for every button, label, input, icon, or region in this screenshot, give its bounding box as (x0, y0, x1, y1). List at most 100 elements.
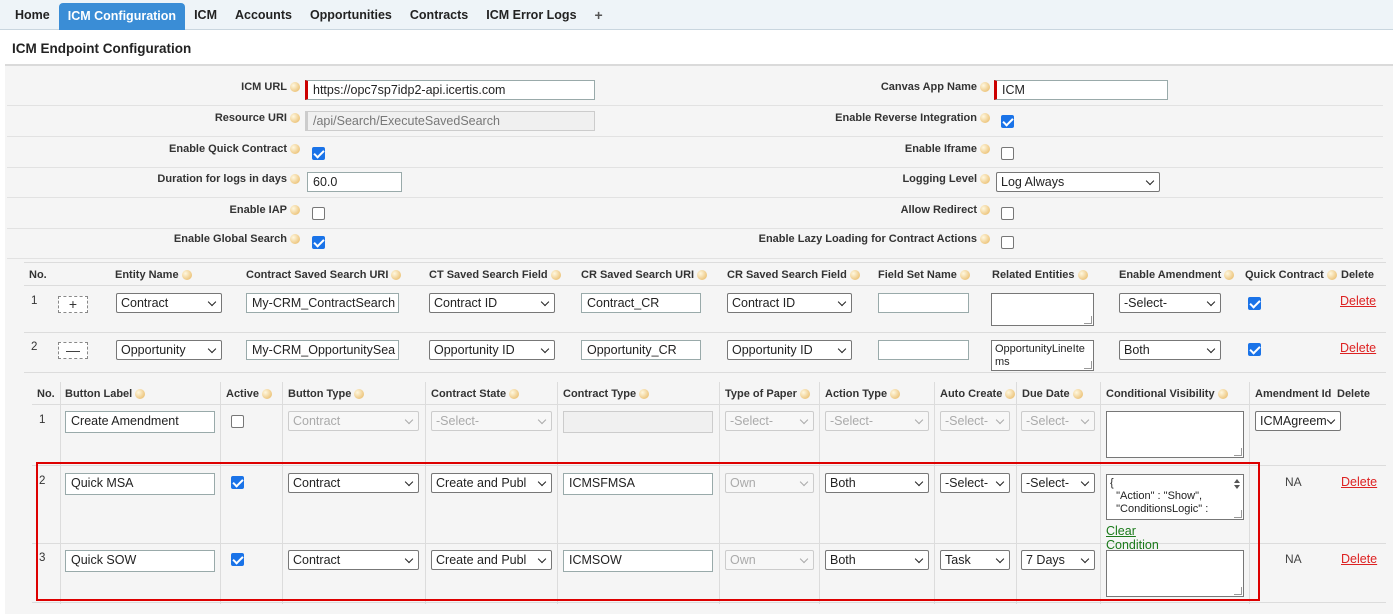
enable-reverse-integration-checkbox[interactable] (1001, 115, 1014, 128)
amendment-id-select[interactable]: ICMAgreem (1255, 411, 1341, 431)
icm-url-input[interactable]: https://opc7sp7idp2-api.icertis.com (305, 80, 595, 100)
tab-icm-configuration[interactable]: ICM Configuration (58, 2, 186, 30)
action-type-select[interactable]: Both (825, 550, 929, 570)
quick-contract-checkbox[interactable] (1248, 297, 1261, 310)
logging-level-select[interactable]: Log Always (996, 172, 1160, 192)
enable-lazy-loading-checkbox[interactable] (1001, 236, 1014, 249)
enable-iframe-checkbox[interactable] (1001, 147, 1014, 160)
help-icon (290, 234, 300, 245)
tab-icm-error-logs[interactable]: ICM Error Logs (477, 2, 585, 28)
expand-button[interactable]: + (58, 296, 88, 313)
active-checkbox[interactable] (231, 415, 244, 428)
delete-link[interactable]: Delete (1340, 341, 1376, 355)
help-icon (799, 389, 810, 400)
active-checkbox[interactable] (231, 553, 244, 566)
auto-create-select[interactable]: -Select- (940, 473, 1010, 493)
enable-global-search-label: Enable Global Search (100, 233, 300, 245)
button-type-select[interactable]: Contract (288, 550, 419, 570)
button-header-active: Active (226, 388, 273, 400)
contract-state-select[interactable]: Create and Publ (431, 473, 552, 493)
contract-state-select[interactable]: -Select- (431, 411, 552, 431)
type-of-paper-select[interactable]: Own (725, 473, 814, 493)
resource-uri-input[interactable]: /api/Search/ExecuteSavedSearch (305, 111, 595, 131)
button-header-auto: Auto Create (940, 388, 1016, 400)
entity-name-select[interactable]: Contract (116, 293, 222, 313)
button-label-input[interactable]: Quick MSA (65, 473, 215, 495)
enable-global-search-checkbox[interactable] (312, 236, 325, 249)
due-date-select[interactable]: -Select- (1021, 473, 1095, 493)
allow-redirect-checkbox[interactable] (1001, 207, 1014, 220)
type-of-paper-select[interactable]: -Select- (725, 411, 814, 431)
conditional-visibility-textarea[interactable] (1106, 550, 1244, 597)
conditional-visibility-textarea[interactable] (1106, 411, 1244, 458)
enable-quick-contract-checkbox[interactable] (312, 147, 325, 160)
tab-accounts[interactable]: Accounts (226, 2, 301, 28)
ct-field-select[interactable]: Opportunity ID (429, 340, 555, 360)
row-number: 1 (31, 295, 38, 307)
type-of-paper-select[interactable]: Own (725, 550, 814, 570)
button-header-type: Button Type (288, 388, 365, 400)
delete-link[interactable]: Delete (1341, 475, 1377, 489)
delete-link[interactable]: Delete (1340, 294, 1376, 308)
button-header-delete: Delete (1337, 388, 1371, 400)
active-checkbox[interactable] (231, 476, 244, 489)
button-type-select[interactable]: Contract (288, 473, 419, 493)
duration-logs-input[interactable]: 60.0 (307, 172, 402, 192)
action-type-select[interactable]: Both (825, 473, 929, 493)
clear-condition-link[interactable]: Clear Condition (1106, 524, 1159, 552)
help-icon (290, 205, 300, 216)
entity-header-cr-uri: CR Saved Search URI (581, 269, 708, 281)
related-entities-textarea[interactable]: OpportunityLineItems (991, 340, 1094, 371)
contract-type-input[interactable] (563, 411, 713, 433)
quick-contract-checkbox[interactable] (1248, 343, 1261, 356)
action-type-select[interactable]: -Select- (825, 411, 929, 431)
canvas-app-name-input[interactable]: ICM (994, 80, 1168, 100)
contract-state-select[interactable]: Create and Publ (431, 550, 552, 570)
entity-header-ct-field: CT Saved Search Field (429, 269, 561, 281)
contract-type-input[interactable]: ICMSOW (563, 550, 713, 572)
field-set-input[interactable] (878, 293, 969, 313)
ct-field-select[interactable]: Contract ID (429, 293, 555, 313)
tab-home[interactable]: Home (6, 2, 59, 28)
entity-header-cr-field: CR Saved Search Field (727, 269, 860, 281)
due-date-select[interactable]: 7 Days (1021, 550, 1095, 570)
field-set-input[interactable] (878, 340, 969, 360)
button-label-input[interactable]: Create Amendment (65, 411, 215, 433)
button-header-amend: Amendment Id (1255, 388, 1332, 400)
enable-amendment-select[interactable]: -Select- (1119, 293, 1221, 313)
entity-header-entity-name: Entity Name (115, 269, 192, 281)
button-label-input[interactable]: Quick SOW (65, 550, 215, 572)
amendment-id-value: NA (1285, 552, 1302, 566)
add-tab-button[interactable]: + (586, 2, 612, 28)
ct-uri-input[interactable]: My-CRM_ContractSearch (246, 293, 399, 313)
related-entities-textarea[interactable] (991, 293, 1094, 326)
button-type-select[interactable]: Contract (288, 411, 419, 431)
tab-opportunities[interactable]: Opportunities (301, 2, 401, 28)
enable-iap-checkbox[interactable] (312, 207, 325, 220)
cr-uri-input[interactable]: Opportunity_CR (581, 340, 701, 360)
auto-create-select[interactable]: Task (940, 550, 1010, 570)
row-number: 2 (39, 475, 46, 487)
entity-name-select[interactable]: Opportunity (116, 340, 222, 360)
enable-reverse-integration-label: Enable Reverse Integration (790, 112, 990, 124)
ct-uri-input[interactable]: My-CRM_OpportunitySea (246, 340, 399, 360)
textarea-scrollbar[interactable] (1232, 477, 1241, 511)
contract-type-input[interactable]: ICMSFMSA (563, 473, 713, 495)
collapse-button[interactable]: — (58, 342, 88, 359)
auto-create-select[interactable]: -Select- (940, 411, 1010, 431)
entity-header-field-set: Field Set Name (878, 269, 970, 281)
entity-header-amendment: Enable Amendment (1119, 269, 1235, 281)
due-date-select[interactable]: -Select- (1021, 411, 1095, 431)
help-icon (1326, 270, 1337, 281)
delete-link[interactable]: Delete (1341, 552, 1377, 566)
help-icon (980, 205, 990, 216)
tab-icm[interactable]: ICM (185, 2, 226, 28)
conditional-visibility-textarea[interactable]: { "Action" : "Show", "ConditionsLogic" : (1106, 474, 1244, 520)
button-header-due: Due Date (1022, 388, 1083, 400)
cr-field-select[interactable]: Contract ID (727, 293, 852, 313)
cr-field-select[interactable]: Opportunity ID (727, 340, 852, 360)
tab-contracts[interactable]: Contracts (401, 2, 477, 28)
enable-amendment-select[interactable]: Both (1119, 340, 1221, 360)
help-icon (980, 174, 990, 185)
cr-uri-input[interactable]: Contract_CR (581, 293, 701, 313)
